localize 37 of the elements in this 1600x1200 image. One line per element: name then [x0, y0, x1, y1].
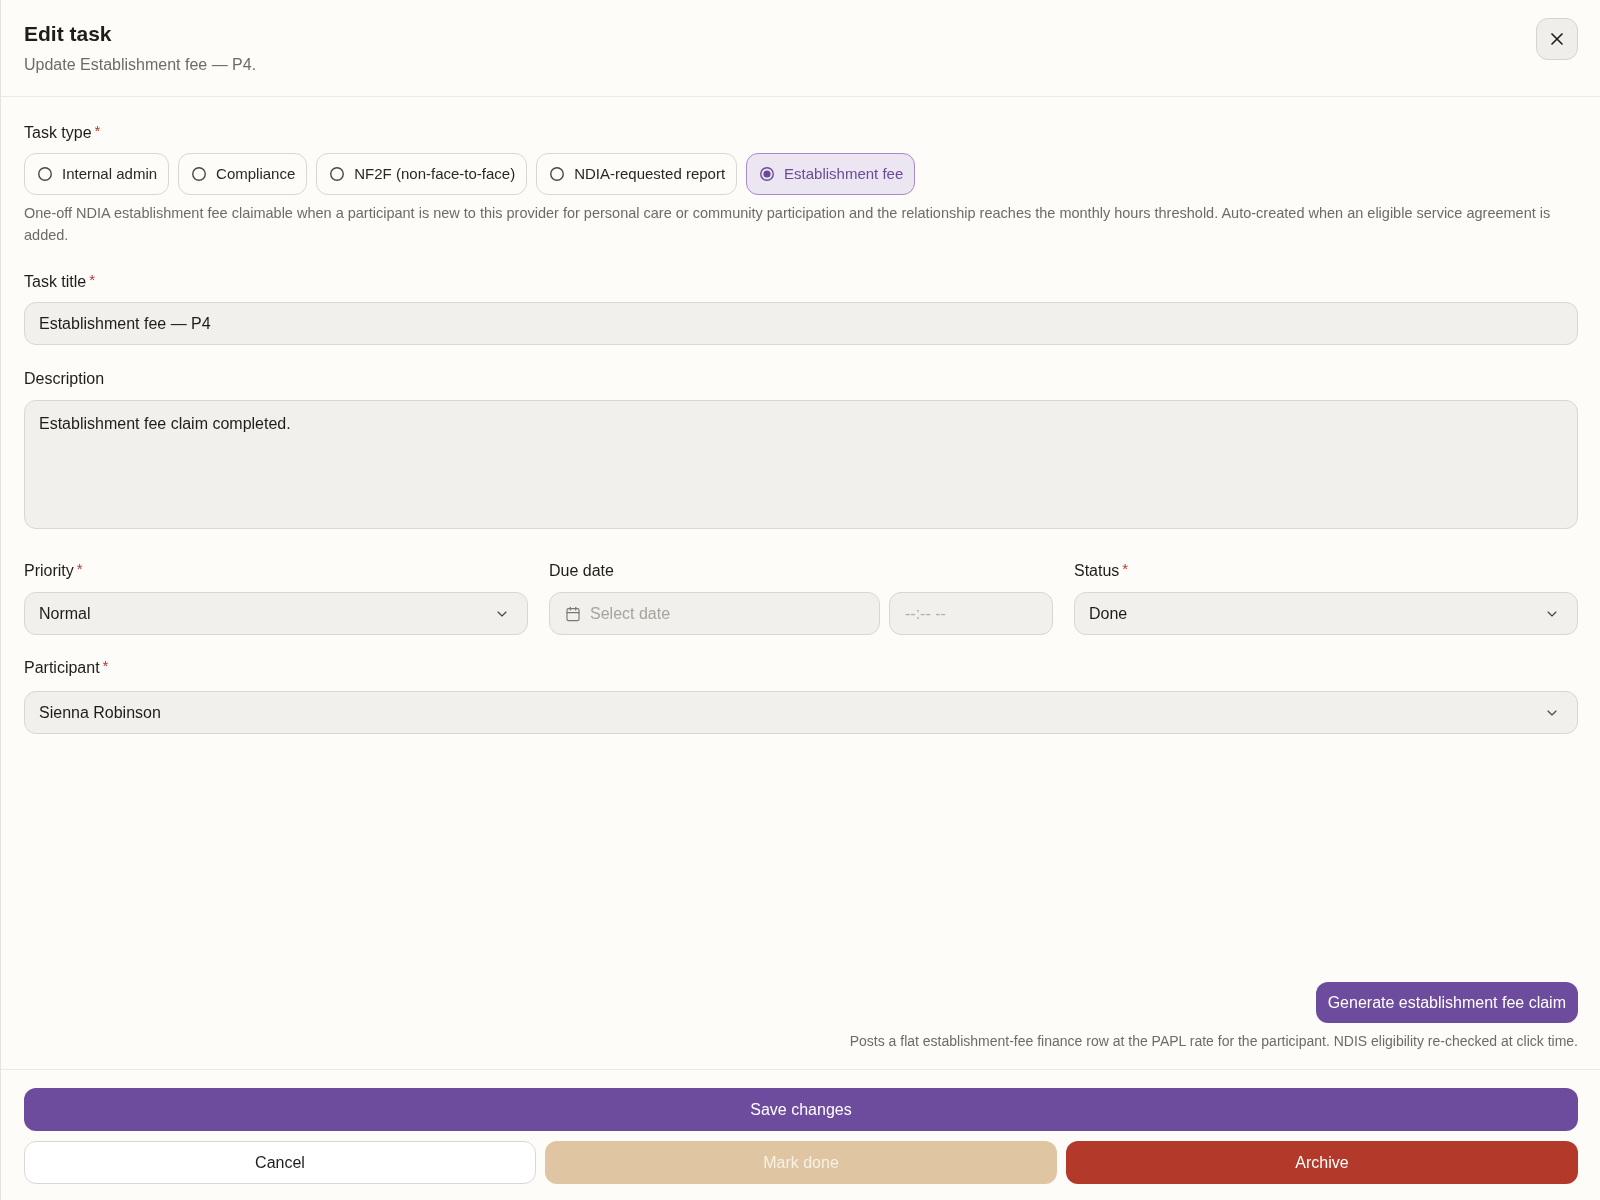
task-type-help-text: One-off NDIA establishment fee claimable when a participant is new to this provider for personal care or community participation and the relationship reaches the monthly hours threshold. Auto-created when an eligible service agreement is added.: [24, 204, 1552, 245]
task-type-option[interactable]: NF2F (non-face-to-face): [316, 153, 528, 195]
task-type-option[interactable]: Internal admin: [24, 153, 170, 195]
footer-action-button[interactable]: Archive: [1066, 1141, 1578, 1184]
required-mark: *: [102, 656, 109, 676]
required-mark: *: [1122, 559, 1129, 579]
field-label: Participant: [24, 658, 100, 678]
save-changes-button[interactable]: Save changes: [24, 1088, 1578, 1131]
task-type-option[interactable]: NDIA-requested report: [536, 153, 738, 195]
calendar-icon: [565, 605, 581, 622]
close-button[interactable]: [1536, 18, 1578, 60]
priority-select[interactable]: Normal: [24, 592, 528, 635]
task-type-option[interactable]: Establishment fee: [746, 153, 916, 195]
required-mark: *: [89, 270, 96, 290]
status-select[interactable]: Done: [1074, 592, 1578, 635]
task-type-option[interactable]: Compliance: [178, 153, 308, 195]
participant-select[interactable]: Sienna Robinson: [24, 691, 1578, 734]
required-mark: *: [76, 559, 83, 579]
field-label: Priority: [24, 561, 74, 581]
radio-icon: [550, 167, 565, 181]
claim-note: Posts a flat establishment-fee finance row at the PAPL rate for the participant. NDIS eligibility re-checked at click time.: [849, 1032, 1578, 1051]
field-label: Description: [24, 369, 105, 389]
field-label: Task title: [24, 272, 87, 292]
radio-icon: [38, 167, 52, 181]
radio-icon: [760, 167, 775, 181]
generate-claim-button[interactable]: Generate establishment fee claim: [1315, 982, 1578, 1023]
radio-icon: [192, 167, 207, 181]
footer-action-button[interactable]: Cancel: [24, 1141, 536, 1184]
dialog-title: Edit task: [24, 21, 113, 47]
dialog-subtitle: Update Establishment fee — P4.: [24, 55, 257, 75]
required-mark: *: [94, 121, 101, 141]
radio-icon: [330, 167, 345, 181]
field-label: Task type: [24, 123, 92, 143]
field-label: Status: [1074, 561, 1120, 581]
description-textarea[interactable]: Establishment fee claim completed.: [24, 400, 1578, 529]
field-label: Due date: [549, 561, 614, 581]
task-title-input[interactable]: Establishment fee — P4: [24, 302, 1578, 345]
